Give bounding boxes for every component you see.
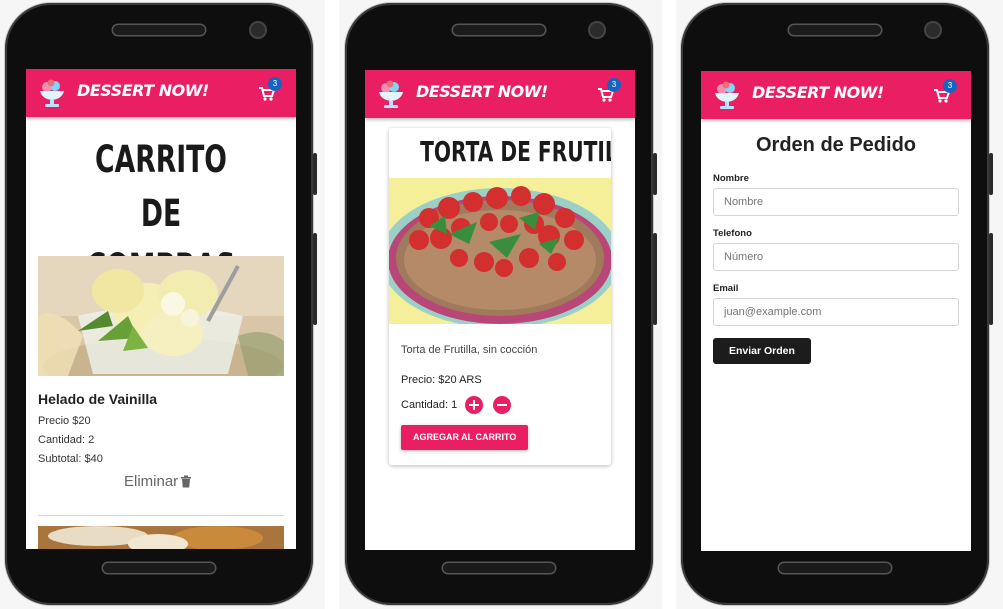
cart-item-subtotal: Subtotal: $40 [38, 453, 103, 465]
product-image [389, 178, 611, 324]
quantity-stepper: Cantidad: 1 [401, 396, 512, 414]
minus-icon[interactable] [493, 396, 512, 414]
app-bar: DESSERT NOW! 3 [26, 69, 296, 117]
phone-home-bar [103, 563, 215, 573]
cart-count-badge: 3 [607, 78, 621, 92]
ice-cream-cup-icon[interactable] [713, 80, 741, 110]
page-title: Orden de Pedido [755, 134, 917, 156]
phone-frame-product: DESSERT NOW! 3 TORTA DE FRUTILLAS [345, 3, 657, 605]
trash-icon [181, 475, 192, 488]
product-image [38, 256, 284, 376]
cart-screen: DESSERT NOW! 3 CARRITO DE COMPRAS [26, 69, 296, 549]
cart-button[interactable]: 3 [597, 78, 621, 104]
field-label-email: Email [713, 283, 739, 294]
order-screen: DESSERT NOW! 3 Orden de Pedido Nombre Te… [701, 71, 971, 551]
quantity-label: Cantidad: 1 [401, 399, 458, 411]
brand-title[interactable]: DESSERT NOW! [416, 82, 548, 101]
cart-count-badge: 3 [943, 79, 957, 93]
field-label-name: Nombre [713, 173, 749, 184]
app-bar: DESSERT NOW! 3 [701, 71, 971, 119]
cart-item-details: Helado de Vainilla Precio $20 Cantidad: … [38, 391, 284, 490]
form-field-name: Nombre [713, 173, 959, 216]
email-input[interactable] [713, 298, 959, 326]
brand-title[interactable]: DESSERT NOW! [752, 83, 884, 102]
brand-title[interactable]: DESSERT NOW! [77, 81, 209, 100]
product-price: Precio: $20 ARS [401, 374, 482, 386]
product-screen: DESSERT NOW! 3 TORTA DE FRUTILLAS [365, 70, 635, 550]
phone-input[interactable] [713, 243, 959, 271]
app-bar: DESSERT NOW! 3 [365, 70, 635, 118]
phone-side-button [313, 233, 317, 325]
phone-speaker [453, 25, 545, 35]
add-to-cart-button[interactable]: AGREGAR AL CARRITO [401, 425, 529, 450]
cart-item-price: Precio $20 [38, 415, 91, 427]
phone-side-button [989, 233, 993, 325]
phone-frame-order: DESSERT NOW! 3 Orden de Pedido Nombre Te… [681, 3, 993, 605]
phone-frame-cart: DESSERT NOW! 3 CARRITO DE COMPRAS [5, 3, 317, 605]
ice-cream-cup-icon[interactable] [377, 79, 405, 109]
remove-item-label: Eliminar [124, 473, 179, 490]
cart-button[interactable]: 3 [258, 77, 282, 103]
phone-camera [249, 21, 267, 39]
order-form: Nombre Telefono Email Enviar Orden [713, 173, 959, 364]
name-input[interactable] [713, 188, 959, 216]
phone-home-bar [779, 563, 891, 573]
phone-home-bar [443, 563, 555, 573]
product-description: Torta de Frutilla, sin cocción [401, 344, 538, 356]
next-product-image [38, 526, 284, 549]
phone-camera [588, 21, 606, 39]
phone-side-button [653, 153, 657, 195]
plus-icon[interactable] [465, 396, 484, 414]
cart-item-quantity: Cantidad: 2 [38, 434, 95, 446]
phone-side-button [989, 153, 993, 195]
cart-count-badge: 3 [268, 77, 282, 91]
phone-speaker [113, 25, 205, 35]
remove-item-button[interactable]: Eliminar [124, 473, 192, 490]
field-label-phone: Telefono [713, 228, 752, 239]
form-field-phone: Telefono [713, 228, 959, 271]
phone-side-button [653, 233, 657, 325]
ice-cream-cup-icon[interactable] [38, 78, 66, 108]
phone-side-button [313, 153, 317, 195]
form-field-email: Email [713, 283, 959, 326]
phone-camera [924, 21, 942, 39]
cart-item-name: Helado de Vainilla [38, 391, 158, 407]
product-card: TORTA DE FRUTILLAS [389, 128, 611, 465]
cart-button[interactable]: 3 [933, 79, 957, 105]
item-divider [38, 515, 284, 516]
submit-order-button[interactable]: Enviar Orden [713, 338, 811, 364]
phone-speaker [789, 25, 881, 35]
product-title: TORTA DE FRUTILLAS [420, 135, 611, 168]
